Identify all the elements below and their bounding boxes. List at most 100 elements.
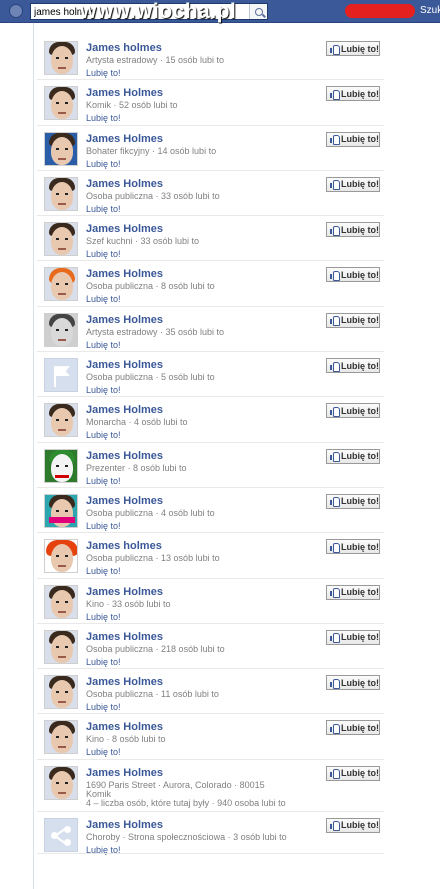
thumbs-up-icon xyxy=(330,542,340,553)
like-button[interactable]: Lubię to! xyxy=(326,222,380,238)
result-name-link[interactable]: James Holmes xyxy=(86,87,163,99)
result-row: James Holmes Osoba publiczna · 33 osób l… xyxy=(34,171,384,217)
result-row: James Holmes Komik · 52 osób lubi to Lub… xyxy=(34,80,384,126)
like-button[interactable]: Lubię to! xyxy=(326,41,380,56)
profile-avatar[interactable] xyxy=(44,86,78,121)
like-link[interactable]: Lubię to! xyxy=(86,294,121,304)
result-name-link[interactable]: James Holmes xyxy=(86,586,163,598)
result-name-link[interactable]: James Holmes xyxy=(86,767,163,779)
like-link[interactable]: Lubię to! xyxy=(86,612,121,622)
profile-avatar[interactable] xyxy=(44,720,78,755)
like-button[interactable]: Lubię to! xyxy=(326,176,380,192)
profile-avatar[interactable] xyxy=(44,403,78,438)
result-name-link[interactable]: James Holmes xyxy=(86,631,163,643)
profile-avatar[interactable] xyxy=(44,493,78,528)
like-link[interactable]: Lubię to! xyxy=(86,566,121,576)
like-link[interactable]: Lubię to! xyxy=(86,204,121,214)
like-link[interactable]: Lubię to! xyxy=(86,521,121,531)
like-button[interactable]: Lubię to! xyxy=(326,358,380,374)
like-link[interactable]: Lubię to! xyxy=(86,702,121,712)
profile-avatar[interactable] xyxy=(44,629,78,664)
like-link[interactable]: Lubię to! xyxy=(86,68,121,78)
result-name-link[interactable]: James Holmes xyxy=(86,495,163,507)
result-name-link[interactable]: James holmes xyxy=(86,42,162,54)
profile-avatar[interactable] xyxy=(44,176,78,211)
like-button[interactable]: Lubię to! xyxy=(326,267,380,283)
community-page-icon[interactable] xyxy=(44,817,78,852)
like-button[interactable]: Lubię to! xyxy=(326,675,380,691)
result-name-link[interactable]: James Holmes xyxy=(86,133,163,145)
like-link[interactable]: Lubię to! xyxy=(86,385,121,395)
profile-avatar[interactable] xyxy=(44,539,78,574)
result-name-link[interactable]: James Holmes xyxy=(86,450,163,462)
like-link[interactable]: Lubię to! xyxy=(86,159,121,169)
watermark: www.wiocha.pl xyxy=(80,0,237,23)
search-link[interactable]: Szuka xyxy=(420,5,440,16)
like-button[interactable]: Lubię to! xyxy=(326,448,380,464)
like-link[interactable]: Lubię to! xyxy=(86,657,121,667)
result-row: James Holmes Osoba publiczna · 11 osób l… xyxy=(34,669,384,715)
like-button[interactable]: Lubię to! xyxy=(326,629,380,645)
profile-avatar[interactable] xyxy=(44,131,78,166)
result-meta: Osoba publiczna · 11 osób lubi to xyxy=(86,689,219,700)
profile-avatar[interactable] xyxy=(44,41,78,75)
result-meta: Komik · 52 osób lubi to xyxy=(86,100,178,111)
result-meta: Osoba publiczna · 33 osób lubi to xyxy=(86,190,220,201)
top-bar: www.wiocha.pl Szuka xyxy=(0,0,440,23)
result-row: James Holmes Szef kuchni · 33 osób lubi … xyxy=(34,216,384,262)
redacted-profile-name xyxy=(345,4,415,18)
like-link[interactable]: Lubię to! xyxy=(86,476,121,486)
result-meta: Osoba publiczna · 8 osób lubi to xyxy=(86,281,215,292)
like-button[interactable]: Lubię to! xyxy=(326,765,380,781)
result-name-link[interactable]: James Holmes xyxy=(86,721,163,733)
result-checkins: 4 – liczba osób, które tutaj były · 940 … xyxy=(86,797,286,808)
result-meta: Szef kuchni · 33 osób lubi to xyxy=(86,236,200,247)
result-meta: Osoba publiczna · 218 osób lubi to xyxy=(86,643,225,654)
like-link[interactable]: Lubię to! xyxy=(86,113,121,123)
result-name-link[interactable]: James Holmes xyxy=(86,404,163,416)
like-button[interactable]: Lubię to! xyxy=(326,493,380,509)
like-link[interactable]: Lubię to! xyxy=(86,845,121,855)
like-button[interactable]: Lubię to! xyxy=(326,403,380,419)
result-name-link[interactable]: James Holmes xyxy=(86,223,163,235)
like-link[interactable]: Lubię to! xyxy=(86,249,121,259)
result-row: James Holmes Monarcha · 4 osób lubi to L… xyxy=(34,397,384,443)
result-meta: Osoba publiczna · 13 osób lubi to xyxy=(86,553,220,564)
result-row: James holmes Osoba publiczna · 13 osób l… xyxy=(34,533,384,579)
like-button[interactable]: Lubię to! xyxy=(326,131,380,147)
profile-avatar[interactable] xyxy=(44,675,78,710)
thumbs-up-icon xyxy=(330,135,340,146)
result-row: James Holmes Kino · 33 osób lubi to Lubi… xyxy=(34,579,384,625)
thumbs-up-icon xyxy=(330,406,340,417)
thumbs-up-icon xyxy=(330,180,340,191)
facebook-logo-icon[interactable] xyxy=(9,4,23,18)
result-name-link[interactable]: James Holmes xyxy=(86,819,163,831)
like-button[interactable]: Lubię to! xyxy=(326,584,380,600)
profile-avatar[interactable] xyxy=(44,448,78,483)
profile-avatar[interactable] xyxy=(44,584,78,619)
like-button[interactable]: Lubię to! xyxy=(326,312,380,328)
like-button[interactable]: Lubię to! xyxy=(326,817,380,833)
like-link[interactable]: Lubię to! xyxy=(86,747,121,757)
profile-avatar[interactable] xyxy=(44,765,78,800)
profile-avatar[interactable] xyxy=(44,222,78,257)
thumbs-up-icon xyxy=(330,821,340,832)
result-name-link[interactable]: James Holmes xyxy=(86,676,163,688)
profile-avatar[interactable] xyxy=(44,312,78,347)
result-name-link[interactable]: James Holmes xyxy=(86,359,163,371)
magnifier-icon xyxy=(254,7,263,16)
like-button[interactable]: Lubię to! xyxy=(326,720,380,736)
result-name-link[interactable]: James Holmes xyxy=(86,314,163,326)
like-button[interactable]: Lubię to! xyxy=(326,86,380,102)
like-link[interactable]: Lubię to! xyxy=(86,340,121,350)
like-button[interactable]: Lubię to! xyxy=(326,539,380,555)
like-link[interactable]: Lubię to! xyxy=(86,430,121,440)
profile-avatar[interactable] xyxy=(44,267,78,302)
search-button[interactable] xyxy=(249,4,267,19)
result-meta: Prezenter · 8 osób lubi to xyxy=(86,462,187,473)
result-meta: Kino · 33 osób lubi to xyxy=(86,598,171,609)
result-name-link[interactable]: James holmes xyxy=(86,540,162,552)
result-name-link[interactable]: James Holmes xyxy=(86,178,163,190)
result-name-link[interactable]: James Holmes xyxy=(86,268,163,280)
default-page-flag-icon[interactable] xyxy=(44,358,78,393)
